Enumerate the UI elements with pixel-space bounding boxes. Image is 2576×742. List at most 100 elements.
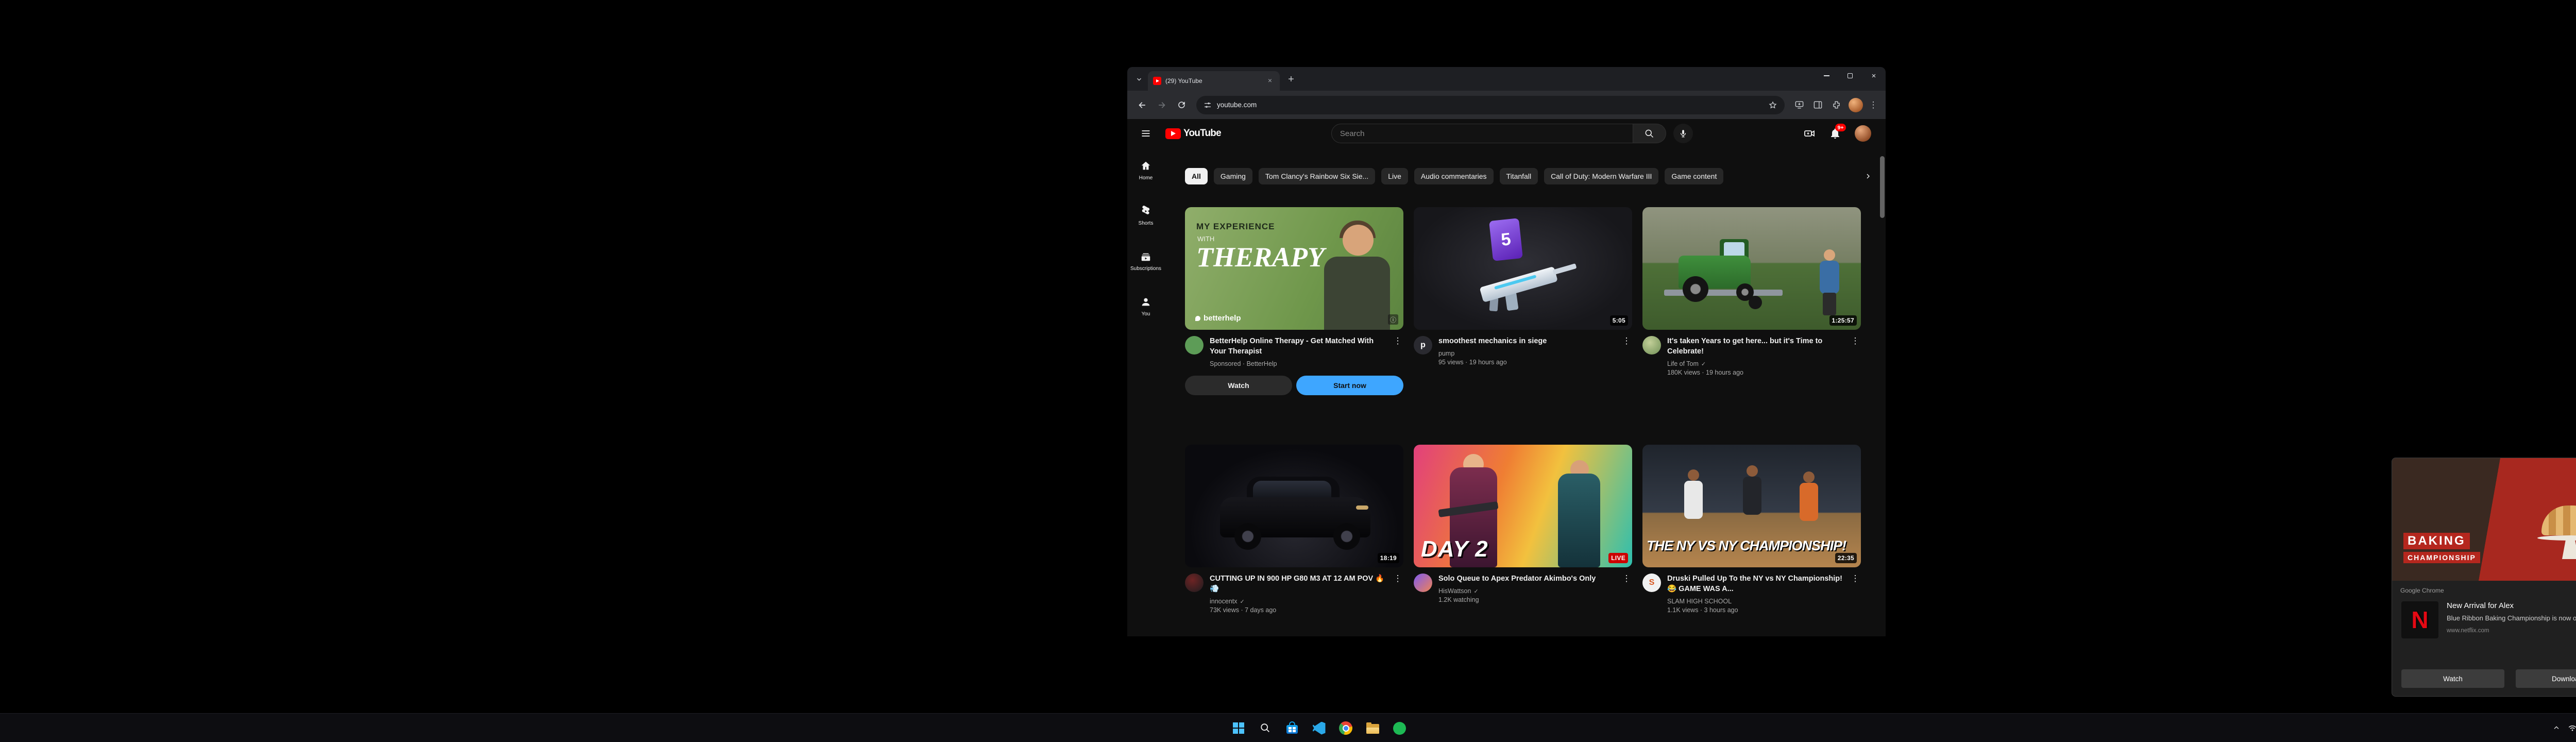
chrome-notification-toast[interactable]: BAKING CHAMPIONSHIP Google Chrome ⚙ × N … bbox=[2392, 458, 2576, 697]
guide-menu-icon[interactable] bbox=[1137, 124, 1155, 143]
channel-name[interactable]: pump bbox=[1438, 350, 1615, 357]
ad-watch-button[interactable]: Watch bbox=[1185, 376, 1292, 395]
sidebar-item-you[interactable]: You bbox=[1127, 284, 1164, 329]
search-input-box[interactable] bbox=[1331, 124, 1633, 143]
store-button[interactable] bbox=[1281, 717, 1303, 739]
video-card[interactable]: THE NY VS NY CHAMPIONSHIP! 22:35 S Drusk… bbox=[1642, 445, 1861, 614]
video-thumbnail[interactable]: 18:19 bbox=[1185, 445, 1403, 567]
chip-rainbow-six[interactable]: Tom Clancy's Rainbow Six Sie... bbox=[1258, 168, 1376, 184]
hidden-icons-chevron-icon[interactable] bbox=[2552, 724, 2561, 732]
kebab-menu-icon[interactable]: ⋮ bbox=[1392, 574, 1403, 614]
video-thumbnail[interactable]: THE NY VS NY CHAMPIONSHIP! 22:35 bbox=[1642, 445, 1861, 567]
bookmark-star-icon[interactable] bbox=[1768, 100, 1777, 110]
wifi-icon[interactable] bbox=[2568, 723, 2576, 733]
chip-cod-mw3[interactable]: Call of Duty: Modern Warfare III bbox=[1544, 168, 1659, 184]
create-button[interactable] bbox=[1803, 127, 1816, 140]
chrome-button[interactable] bbox=[1334, 717, 1357, 739]
channel-avatar[interactable]: p bbox=[1414, 336, 1432, 355]
chip-audio-commentaries[interactable]: Audio commentaries bbox=[1414, 168, 1494, 184]
notification-download-button[interactable]: Download bbox=[2516, 669, 2576, 688]
maximize-button[interactable] bbox=[1838, 67, 1862, 85]
channel-avatar[interactable] bbox=[1642, 336, 1661, 355]
channel-avatar[interactable] bbox=[1185, 574, 1204, 592]
channel-name[interactable]: innocentx ✓ bbox=[1210, 598, 1386, 605]
page-scrollbar[interactable] bbox=[1878, 119, 1886, 636]
sidebar-item-shorts[interactable]: Shorts bbox=[1127, 193, 1164, 239]
sidebar-item-home[interactable]: Home bbox=[1127, 148, 1164, 193]
green-app-button[interactable] bbox=[1388, 717, 1411, 739]
youtube-page: YouTube Search 9+ Home Shorts Subscripti… bbox=[1127, 119, 1886, 636]
channel-avatar[interactable] bbox=[1414, 574, 1432, 592]
ad-thumbnail[interactable]: MY EXPERIENCE WITH THERAPY betterhelp ⓘ bbox=[1185, 207, 1403, 330]
chip-game-content[interactable]: Game content bbox=[1665, 168, 1724, 184]
video-card[interactable]: 5 5:05 p smoothest mechanics in siege pu… bbox=[1414, 207, 1632, 395]
ad-card[interactable]: MY EXPERIENCE WITH THERAPY betterhelp ⓘ … bbox=[1185, 207, 1403, 395]
video-thumbnail[interactable]: 1:25:57 bbox=[1642, 207, 1861, 330]
reload-button[interactable] bbox=[1173, 96, 1190, 114]
forward-button[interactable] bbox=[1153, 96, 1171, 114]
browser-profile-avatar[interactable] bbox=[1849, 97, 1863, 112]
file-explorer-button[interactable] bbox=[1361, 717, 1384, 739]
minimize-button[interactable] bbox=[1815, 67, 1838, 85]
site-info-icon[interactable] bbox=[1204, 101, 1212, 109]
browser-menu-icon[interactable]: ⋮ bbox=[1867, 100, 1879, 110]
chip-gaming[interactable]: Gaming bbox=[1213, 168, 1252, 184]
notifications-button[interactable]: 9+ bbox=[1829, 124, 1846, 140]
new-tab-button[interactable]: + bbox=[1284, 72, 1298, 87]
voice-search-button[interactable] bbox=[1673, 124, 1693, 143]
back-button[interactable] bbox=[1133, 96, 1151, 114]
chip-all[interactable]: All bbox=[1185, 168, 1208, 184]
chip-bar: All Gaming Tom Clancy's Rainbow Six Sie.… bbox=[1164, 168, 1878, 184]
mic-icon bbox=[1680, 130, 1686, 138]
url-text[interactable]: youtube.com bbox=[1217, 101, 1763, 109]
search-button[interactable] bbox=[1633, 124, 1666, 143]
channel-avatar[interactable]: S bbox=[1642, 574, 1661, 592]
chip-live[interactable]: Live bbox=[1381, 168, 1408, 184]
close-button[interactable]: × bbox=[1862, 67, 1886, 85]
notification-hero-image[interactable]: BAKING CHAMPIONSHIP bbox=[2392, 458, 2576, 581]
video-title[interactable]: Druski Pulled Up To the NY vs NY Champio… bbox=[1667, 574, 1843, 594]
video-title[interactable]: Solo Queue to Apex Predator Akimbo's Onl… bbox=[1438, 574, 1615, 584]
scrollbar-thumb[interactable] bbox=[1880, 156, 1885, 218]
youtube-logo[interactable]: YouTube bbox=[1165, 128, 1222, 139]
video-card[interactable]: 18:19 CUTTING UP IN 900 HP G80 M3 AT 12 … bbox=[1185, 445, 1403, 614]
vscode-button[interactable] bbox=[1308, 717, 1330, 739]
ad-start-now-button[interactable]: Start now bbox=[1296, 376, 1403, 395]
video-card[interactable]: DAY 2 LIVE Solo Queue to Apex Predator A… bbox=[1414, 445, 1632, 614]
video-card[interactable]: 1:25:57 It's taken Years to get here... … bbox=[1642, 207, 1861, 395]
extensions-icon[interactable] bbox=[1828, 97, 1844, 113]
kebab-menu-icon[interactable]: ⋮ bbox=[1392, 336, 1403, 367]
verified-badge-icon: ✓ bbox=[1240, 598, 1245, 605]
address-bar[interactable]: youtube.com bbox=[1196, 95, 1785, 114]
chip-titanfall[interactable]: Titanfall bbox=[1499, 168, 1538, 184]
browser-tab[interactable]: (29) YouTube × bbox=[1148, 71, 1280, 91]
kebab-menu-icon[interactable]: ⋮ bbox=[1621, 574, 1632, 603]
youtube-account-avatar[interactable] bbox=[1855, 125, 1871, 142]
kebab-menu-icon[interactable]: ⋮ bbox=[1850, 574, 1861, 614]
search-input[interactable] bbox=[1340, 129, 1624, 138]
notification-watch-button[interactable]: Watch bbox=[2401, 669, 2504, 688]
tab-close-icon[interactable]: × bbox=[1265, 76, 1275, 86]
tab-search-button[interactable] bbox=[1132, 73, 1146, 86]
video-title[interactable]: CUTTING UP IN 900 HP G80 M3 AT 12 AM POV… bbox=[1210, 574, 1386, 594]
video-title[interactable]: It's taken Years to get here... but it's… bbox=[1667, 336, 1843, 357]
video-title[interactable]: smoothest mechanics in siege bbox=[1438, 336, 1615, 346]
advertiser-avatar[interactable] bbox=[1185, 336, 1204, 355]
sidebar-item-subscriptions[interactable]: Subscriptions bbox=[1127, 239, 1164, 284]
kebab-menu-icon[interactable]: ⋮ bbox=[1850, 336, 1861, 376]
channel-name[interactable]: Life of Tom ✓ bbox=[1667, 360, 1843, 367]
channel-name[interactable]: HisWattson ✓ bbox=[1438, 587, 1615, 595]
side-panel-icon[interactable] bbox=[1809, 97, 1826, 113]
taskbar-search-button[interactable] bbox=[1254, 717, 1277, 739]
chips-next-button[interactable] bbox=[1859, 168, 1877, 184]
start-button[interactable] bbox=[1227, 717, 1250, 739]
netflix-logo: N bbox=[2401, 601, 2438, 638]
video-thumbnail[interactable]: 5 5:05 bbox=[1414, 207, 1632, 330]
kebab-menu-icon[interactable]: ⋮ bbox=[1621, 336, 1632, 366]
ad-info-icon[interactable]: ⓘ bbox=[1388, 314, 1398, 325]
search-icon bbox=[1646, 129, 1654, 138]
install-app-icon[interactable] bbox=[1791, 97, 1807, 113]
video-thumbnail[interactable]: DAY 2 LIVE bbox=[1414, 445, 1632, 567]
ad-title[interactable]: BetterHelp Online Therapy - Get Matched … bbox=[1210, 336, 1386, 357]
channel-name[interactable]: SLAM HIGH SCHOOL bbox=[1667, 598, 1843, 605]
